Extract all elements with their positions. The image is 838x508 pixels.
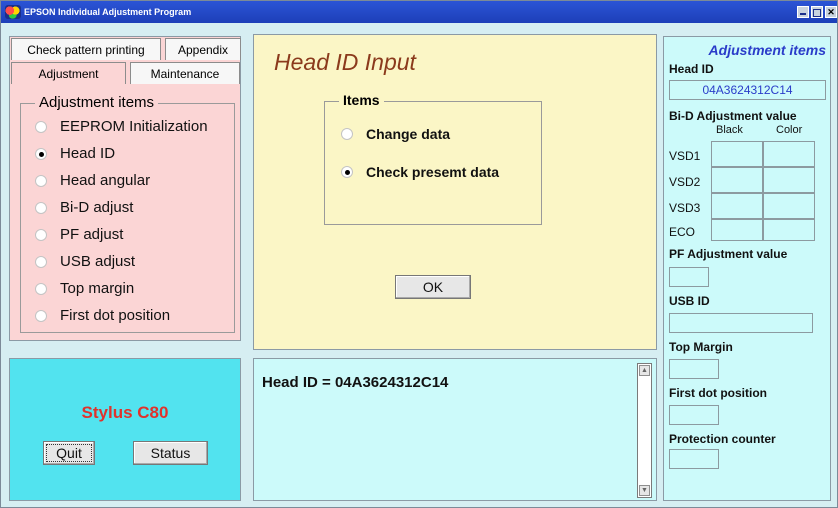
app-window: EPSON Individual Adjustment Program ✕ Ch… (0, 0, 838, 508)
radio-button[interactable] (35, 174, 47, 187)
column-color: Color (776, 124, 803, 136)
printer-model-name: Stylus C80 (81, 403, 169, 422)
minimize-button[interactable] (797, 6, 809, 18)
vsd3-black-cell (711, 193, 763, 219)
radio-label: Bi-D adjust (60, 199, 134, 216)
first-dot-position-label: First dot position (669, 386, 767, 400)
page-title: Head ID Input (274, 49, 416, 75)
radio-usb-adjust[interactable]: USB adjust (35, 253, 135, 270)
vsd1-color-cell (763, 141, 815, 167)
maximize-button[interactable] (811, 6, 823, 18)
radio-button[interactable] (341, 128, 353, 140)
scroll-down-arrow-icon[interactable]: ▼ (639, 485, 650, 496)
vsd2-black-cell (711, 167, 763, 193)
head-id-field: 04A3624312C14 (669, 80, 826, 100)
radio-button[interactable] (35, 309, 47, 322)
radio-button[interactable] (35, 201, 47, 214)
eco-color-cell (763, 219, 815, 241)
adjustment-items-group: Adjustment items EEPROM Initialization H… (20, 94, 235, 333)
log-output: Head ID = 04A3624312C14 (262, 374, 449, 391)
head-id-label: Head ID (669, 62, 714, 76)
row-label-vsd2: VSD2 (669, 175, 701, 189)
epson-app-icon (5, 5, 21, 19)
usb-id-field (669, 313, 813, 333)
radio-head-id[interactable]: Head ID (35, 145, 115, 162)
radio-button[interactable] (35, 282, 47, 295)
items-group: Items Change data Check presemt data (324, 92, 542, 225)
protection-counter-label: Protection counter (669, 432, 776, 446)
radio-button-selected[interactable] (341, 166, 353, 178)
radio-label: PF adjust (60, 226, 124, 243)
radio-label: Check presemt data (366, 164, 500, 180)
row-label-vsd1: VSD1 (669, 149, 701, 163)
pf-adjustment-label: PF Adjustment value (669, 247, 788, 261)
radio-button[interactable] (35, 120, 47, 133)
usb-id-label: USB ID (669, 294, 710, 308)
log-panel: Head ID = 04A3624312C14 ▲ ▼ (253, 358, 657, 501)
window-title: EPSON Individual Adjustment Program (24, 7, 192, 17)
radio-pf-adjust[interactable]: PF adjust (35, 226, 123, 243)
protection-counter-field (669, 449, 719, 469)
radio-top-margin[interactable]: Top margin (35, 280, 134, 297)
close-button[interactable]: ✕ (825, 6, 837, 18)
radio-button[interactable] (35, 255, 47, 268)
tab-adjustment[interactable]: Adjustment (11, 62, 126, 84)
quit-button[interactable]: Quit (43, 441, 95, 465)
radio-label: Head angular (60, 172, 151, 189)
eco-black-cell (711, 219, 763, 241)
adjustment-panel: Check pattern printing Appendix Adjustme… (9, 36, 241, 341)
radio-label: USB adjust (60, 253, 136, 270)
radio-label: Top margin (60, 280, 135, 297)
vsd1-black-cell (711, 141, 763, 167)
first-dot-position-field (669, 405, 719, 425)
top-margin-field (669, 359, 719, 379)
scroll-up-arrow-icon[interactable]: ▲ (639, 365, 650, 376)
radio-label: Head ID (60, 145, 116, 162)
radio-first-dot-position[interactable]: First dot position (35, 307, 170, 324)
row-label-vsd3: VSD3 (669, 201, 701, 215)
pf-adjustment-field (669, 267, 709, 287)
radio-check-present-data[interactable]: Check presemt data (341, 164, 499, 180)
adjustment-values-panel: Adjustment items Head ID 04A3624312C14 B… (663, 36, 831, 501)
head-id-input-panel: Head ID Input Items Change data Check pr… (253, 34, 657, 350)
column-black: Black (716, 124, 743, 136)
vsd3-color-cell (763, 193, 815, 219)
tab-check-pattern-printing[interactable]: Check pattern printing (11, 38, 161, 60)
radio-label: Change data (366, 126, 451, 142)
radio-head-angular[interactable]: Head angular (35, 172, 150, 189)
adjustment-items-title: Adjustment items (708, 42, 826, 58)
adjustment-items-legend: Adjustment items (35, 94, 159, 111)
radio-eeprom-initialization[interactable]: EEPROM Initialization (35, 118, 208, 135)
title-bar: EPSON Individual Adjustment Program ✕ (1, 1, 837, 23)
radio-label: First dot position (60, 307, 171, 324)
bi-d-adjustment-label: Bi-D Adjustment value (669, 109, 797, 123)
radio-label: EEPROM Initialization (60, 118, 208, 135)
vsd2-color-cell (763, 167, 815, 193)
log-scrollbar[interactable]: ▲ ▼ (637, 363, 652, 498)
radio-change-data[interactable]: Change data (341, 126, 450, 142)
row-label-eco: ECO (669, 225, 696, 239)
radio-button[interactable] (35, 228, 47, 241)
ok-button[interactable]: OK (395, 275, 471, 299)
status-button[interactable]: Status (133, 441, 208, 465)
items-legend: Items (339, 92, 384, 108)
radio-button-selected[interactable] (35, 147, 47, 160)
printer-panel: Stylus C80 Quit Status (9, 358, 241, 501)
tab-maintenance[interactable]: Maintenance (130, 62, 240, 84)
tab-appendix[interactable]: Appendix (165, 38, 241, 60)
top-margin-label: Top Margin (669, 340, 733, 354)
radio-bi-d-adjust[interactable]: Bi-D adjust (35, 199, 133, 216)
